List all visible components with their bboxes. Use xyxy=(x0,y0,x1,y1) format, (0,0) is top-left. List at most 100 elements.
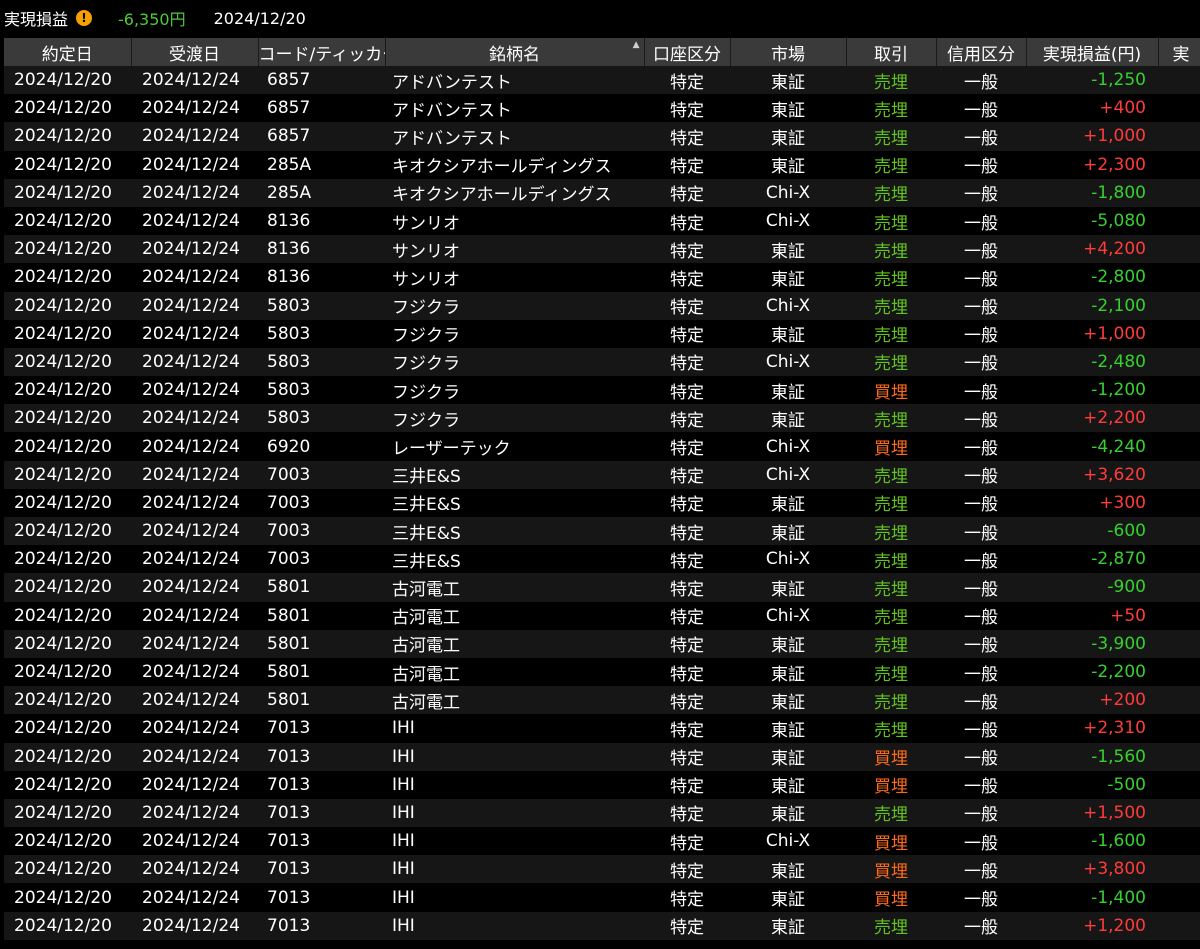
trade-cell: 買埋 xyxy=(846,855,936,884)
account-cell: 特定 xyxy=(644,122,730,151)
credit-cell: 一般 xyxy=(936,347,1026,377)
table-row[interactable]: 2024/12/20 2024/12/24 7013 IHI 特定 東証 買埋 一般 +3,80… xyxy=(4,855,1200,884)
settle-date-cell: 2024/12/24 xyxy=(131,911,258,940)
table-row[interactable]: 2024/12/20 2024/12/24 7013 IHI 特定 Chi-X 買埋 一般 -1… xyxy=(4,827,1200,856)
name-cell: フジクラ xyxy=(385,319,644,348)
column-header-credit[interactable]: 信用区分 xyxy=(936,38,1027,66)
column-header-realized-pl[interactable]: 実現損益(円) xyxy=(1026,38,1159,66)
table-row[interactable]: 2024/12/20 2024/12/24 285A キオクシアホールディングス 特定 C… xyxy=(4,178,1200,207)
table-row[interactable]: 2024/12/20 2024/12/24 7003 三井E&S 特定 Chi-X 売埋 一般… xyxy=(4,460,1200,489)
warning-icon[interactable]: ! xyxy=(76,10,93,26)
trade-date-cell: 2024/12/20 xyxy=(4,347,131,377)
trade-cell: 売埋 xyxy=(846,347,936,377)
code-cell: 7013 xyxy=(258,798,385,828)
trade-cell: 売埋 xyxy=(846,714,936,743)
code-cell: 7003 xyxy=(258,488,385,517)
table-row[interactable]: 2024/12/20 2024/12/24 8136 サンリオ 特定 Chi-X 売埋 一般 -… xyxy=(4,206,1200,236)
credit-cell: 一般 xyxy=(936,66,1026,95)
market-cell: 東証 xyxy=(730,122,846,151)
table-row[interactable]: 2024/12/20 2024/12/24 5803 フジクラ 特定 東証 売埋 一般 +1,0… xyxy=(4,319,1200,348)
table-row[interactable]: 2024/12/20 2024/12/24 5801 古河電工 特定 東証 売埋 一般 -2,2… xyxy=(4,657,1200,687)
table-row[interactable]: 2024/12/20 2024/12/24 7013 IHI 特定 東証 買埋 一般 -500 xyxy=(4,770,1200,799)
trade-date-cell: 2024/12/20 xyxy=(4,601,131,630)
column-header-truncated[interactable]: 実 xyxy=(1158,38,1200,66)
realized-pl-cell: -2,800 xyxy=(1026,263,1158,292)
settle-date-cell: 2024/12/24 xyxy=(131,798,258,828)
table-row[interactable]: 2024/12/20 2024/12/24 7013 IHI 特定 東証 買埋 一般 -1,56… xyxy=(4,742,1200,771)
settle-date-cell: 2024/12/24 xyxy=(131,178,258,207)
name-cell: IHI xyxy=(385,770,644,799)
table-row[interactable]: 2024/12/20 2024/12/24 7003 三井E&S 特定 東証 売埋 一般 +30… xyxy=(4,488,1200,517)
table-row[interactable]: 2024/12/20 2024/12/24 5801 古河電工 特定 Chi-X 売埋 一般 +… xyxy=(4,601,1200,630)
truncated-cell xyxy=(1158,432,1200,461)
code-cell: 285A xyxy=(258,150,385,179)
realized-pl-cell: -1,200 xyxy=(1026,376,1158,405)
account-cell: 特定 xyxy=(644,827,730,856)
table-row[interactable]: 2024/12/20 2024/12/24 5803 フジクラ 特定 東証 売埋 一般 +2,2… xyxy=(4,404,1200,433)
realized-pl-cell: +2,200 xyxy=(1026,404,1158,433)
table-row[interactable]: 2024/12/20 2024/12/24 5801 古河電工 特定 東証 売埋 一般 -900 xyxy=(4,573,1200,602)
table-row[interactable]: 2024/12/20 2024/12/24 7013 IHI 特定 東証 売埋 一般 +1,50… xyxy=(4,798,1200,828)
code-cell: 5801 xyxy=(258,686,385,715)
settle-date-cell: 2024/12/24 xyxy=(131,827,258,856)
table-row[interactable]: 2024/12/20 2024/12/24 7003 三井E&S 特定 東証 売埋 一般 -60… xyxy=(4,517,1200,546)
name-cell: フジクラ xyxy=(385,347,644,377)
code-cell: 7013 xyxy=(258,827,385,856)
table-row[interactable]: 2024/12/20 2024/12/24 5801 古河電工 特定 東証 売埋 一般 -3,9… xyxy=(4,629,1200,658)
table-row[interactable]: 2024/12/20 2024/12/24 6920 レーザーテック 特定 Chi-X 買埋… xyxy=(4,432,1200,461)
column-header-trade[interactable]: 取引 xyxy=(846,38,937,66)
table-row[interactable]: 2024/12/20 2024/12/24 5803 フジクラ 特定 Chi-X 売埋 一般 -… xyxy=(4,347,1200,377)
table-row[interactable]: 2024/12/20 2024/12/24 5803 フジクラ 特定 東証 買埋 一般 -1,2… xyxy=(4,376,1200,405)
name-cell: サンリオ xyxy=(385,263,644,292)
table-row[interactable]: 2024/12/20 2024/12/24 8136 サンリオ 特定 東証 売埋 一般 -2,8… xyxy=(4,263,1200,292)
trade-cell: 売埋 xyxy=(846,657,936,687)
name-cell: IHI xyxy=(385,855,644,884)
market-cell: 東証 xyxy=(730,376,846,405)
code-cell: 5803 xyxy=(258,319,385,348)
column-header-code[interactable]: コード/ティッカー xyxy=(258,38,386,66)
settle-date-cell: 2024/12/24 xyxy=(131,573,258,602)
trade-cell: 売埋 xyxy=(846,798,936,828)
trade-cell: 売埋 xyxy=(846,404,936,433)
realized-pl-cell: -4,240 xyxy=(1026,432,1158,461)
table-row[interactable]: 2024/12/20 2024/12/24 7003 三井E&S 特定 Chi-X 売埋 一般… xyxy=(4,545,1200,574)
market-cell: Chi-X xyxy=(730,347,846,377)
name-cell: 三井E&S xyxy=(385,545,644,574)
credit-cell: 一般 xyxy=(936,150,1026,179)
name-cell: レーザーテック xyxy=(385,432,644,461)
trade-cell: 売埋 xyxy=(846,66,936,95)
truncated-cell xyxy=(1158,545,1200,574)
table-row[interactable]: 2024/12/20 2024/12/24 285A キオクシアホールディングス 特定東… xyxy=(4,150,1200,179)
table-row[interactable]: 2024/12/20 2024/12/24 6857 アドバンテスト 特定 東証 売埋 一般 +… xyxy=(4,122,1200,151)
name-cell: アドバンテスト xyxy=(385,94,644,123)
realized-pl-cell: -2,480 xyxy=(1026,347,1158,377)
name-cell: IHI xyxy=(385,827,644,856)
table-row[interactable]: 2024/12/20 2024/12/24 7013 IHI 特定 東証 買埋 一般 -1,40… xyxy=(4,883,1200,912)
table-row[interactable]: 2024/12/20 2024/12/24 8136 サンリオ 特定 東証 売埋 一般 +4,2… xyxy=(4,235,1200,264)
name-cell: 三井E&S xyxy=(385,460,644,489)
table-row[interactable]: 2024/12/20 2024/12/24 6857 アドバンテスト 特定 東証 売埋 一般 -… xyxy=(4,66,1200,95)
table-row[interactable]: 2024/12/20 2024/12/24 6857 アドバンテスト 特定 東証 売埋 一般 +… xyxy=(4,94,1200,123)
table-row[interactable]: 2024/12/20 2024/12/24 7013 IHI 特定 東証 売埋 一般 +1,20… xyxy=(4,911,1200,940)
name-cell: フジクラ xyxy=(385,376,644,405)
table-row[interactable]: 2024/12/20 2024/12/24 5803 フジクラ 特定 Chi-X 売埋 一般 -… xyxy=(4,291,1200,320)
settle-date-cell: 2024/12/24 xyxy=(131,770,258,799)
trade-date-cell: 2024/12/20 xyxy=(4,66,131,95)
column-header-account[interactable]: 口座区分 xyxy=(644,38,731,66)
table-row[interactable]: 2024/12/20 2024/12/24 7013 IHI 特定 東証 売埋 一般 +2,31… xyxy=(4,714,1200,743)
trade-cell: 売埋 xyxy=(846,573,936,602)
column-header-market[interactable]: 市場 xyxy=(730,38,847,66)
column-header-name[interactable]: 銘柄名 ▲ xyxy=(385,38,645,66)
market-cell: 東証 xyxy=(730,263,846,292)
column-header-settle-date[interactable]: 受渡日 xyxy=(131,38,259,66)
realized-pl-cell: +1,000 xyxy=(1026,122,1158,151)
market-cell: 東証 xyxy=(730,404,846,433)
name-cell: フジクラ xyxy=(385,291,644,320)
settle-date-cell: 2024/12/24 xyxy=(131,545,258,574)
truncated-cell xyxy=(1158,883,1200,912)
realized-pl-cell: -1,600 xyxy=(1026,827,1158,856)
settle-date-cell: 2024/12/24 xyxy=(131,291,258,320)
settle-date-cell: 2024/12/24 xyxy=(131,657,258,687)
column-header-trade-date[interactable]: 約定日 xyxy=(4,38,132,66)
table-row[interactable]: 2024/12/20 2024/12/24 5801 古河電工 特定 東証 売埋 一般 +200 xyxy=(4,686,1200,715)
